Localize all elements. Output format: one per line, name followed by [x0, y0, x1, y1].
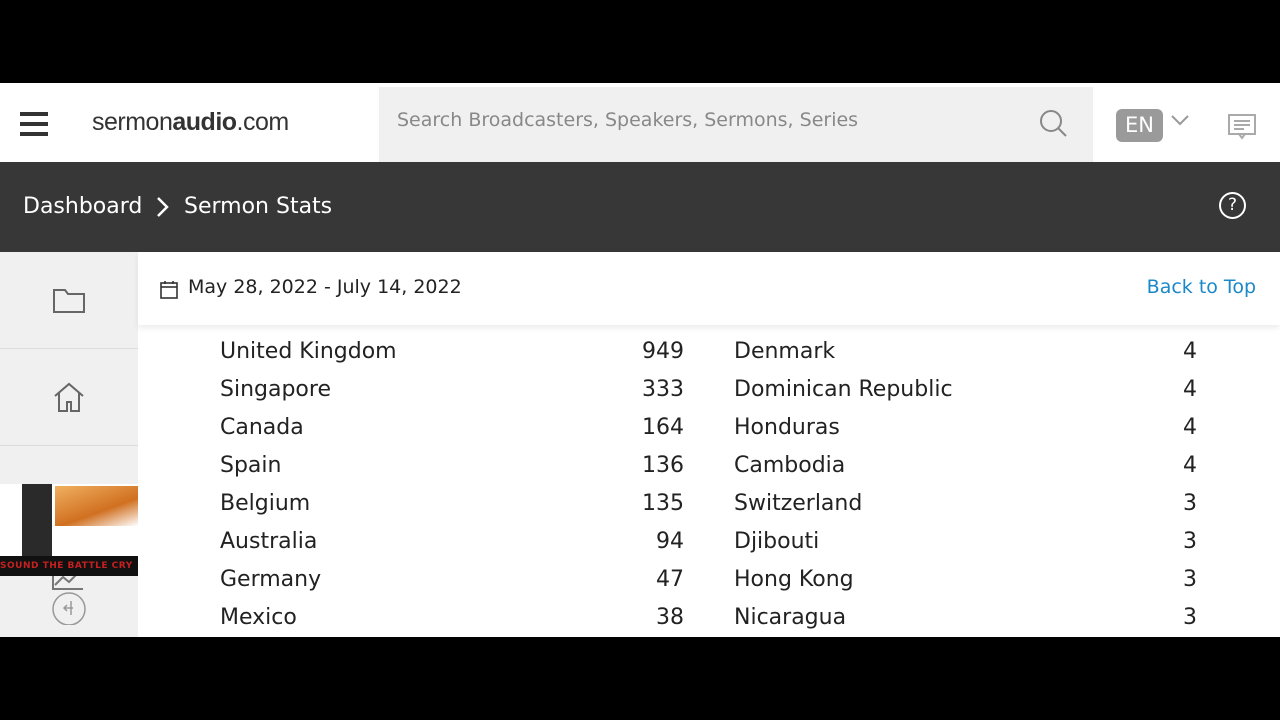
country-count: 164: [642, 415, 684, 440]
country-row: Switzerland 3: [734, 491, 1197, 529]
country-count: 47: [656, 567, 684, 592]
country-row: Hong Kong 3: [734, 567, 1197, 605]
country-row: Djibouti 3: [734, 529, 1197, 567]
country-count: 3: [1183, 605, 1197, 630]
sidebar-item-home[interactable]: [0, 349, 138, 446]
country-row: Spain 136: [220, 453, 684, 491]
breadcrumb: Dashboard Sermon Stats ?: [0, 162, 1280, 252]
country-name: Nicaragua: [734, 605, 847, 630]
country-count: 4: [1183, 339, 1197, 364]
country-count: 3: [1183, 529, 1197, 554]
logo-text-tail: .com: [236, 108, 290, 136]
country-count: 4: [1183, 377, 1197, 402]
folder-icon: [53, 289, 85, 313]
country-count: 3: [1183, 491, 1197, 516]
country-name: Hong Kong: [734, 567, 854, 592]
country-row: Nicaragua 3: [734, 605, 1197, 637]
video-overlay-thumbnail: SOUND THE BATTLE CRY: [0, 484, 138, 576]
country-count: 38: [656, 605, 684, 630]
app: sermonaudio.com EN Dashboard Sermon Stat…: [0, 83, 1280, 637]
country-row: Germany 47: [220, 567, 684, 605]
country-row: Honduras 4: [734, 415, 1197, 453]
country-name: Dominican Republic: [734, 377, 953, 402]
country-name: United Kingdom: [220, 339, 397, 364]
calendar-icon[interactable]: [160, 280, 178, 299]
country-name: Honduras: [734, 415, 840, 440]
country-count: 135: [642, 491, 684, 516]
country-row: Denmark 4: [734, 339, 1197, 377]
country-list-left: United Kingdom 949 Singapore 333 Canada 164 Sp…: [220, 339, 684, 637]
search-input[interactable]: [397, 109, 1017, 131]
country-row: Canada 164: [220, 415, 684, 453]
logo-text: sermon: [92, 108, 173, 136]
country-row: Mexico 38: [220, 605, 684, 637]
search-icon[interactable]: [1039, 109, 1069, 139]
breadcrumb-sermon-stats: Sermon Stats: [184, 194, 333, 219]
country-name: Canada: [220, 415, 304, 440]
country-name: Spain: [220, 453, 282, 478]
country-name: Belgium: [220, 491, 311, 516]
country-list-right: Denmark 4 Dominican Republic 4 Honduras 4 Camb…: [734, 339, 1197, 637]
country-count: 4: [1183, 415, 1197, 440]
country-name: Australia: [220, 529, 318, 554]
logo-text-bold: audio: [172, 108, 237, 136]
menu-icon[interactable]: [20, 112, 48, 136]
breadcrumb-dashboard[interactable]: Dashboard: [23, 194, 142, 219]
country-row: Singapore 333: [220, 377, 684, 415]
country-row: Dominican Republic 4: [734, 377, 1197, 415]
sidebar: [0, 252, 138, 637]
banner-text: SOUND THE BATTLE CRY: [0, 556, 138, 576]
country-name: Mexico: [220, 605, 297, 630]
country-count: 94: [656, 529, 684, 554]
bible-image: [22, 484, 52, 556]
country-name: Switzerland: [734, 491, 863, 516]
country-name: Germany: [220, 567, 322, 592]
main-content: United Kingdom 949 Singapore 333 Canada 164 Sp…: [138, 252, 1280, 637]
date-bar: May 28, 2022 - July 14, 2022 Back to Top: [138, 252, 1280, 325]
message-icon[interactable]: [1228, 114, 1256, 140]
flaming-arrows-image: [55, 486, 138, 526]
back-to-top-link[interactable]: Back to Top: [1147, 276, 1256, 298]
help-icon[interactable]: ?: [1219, 192, 1246, 219]
country-name: Denmark: [734, 339, 836, 364]
country-name: Singapore: [220, 377, 331, 402]
country-row: Belgium 135: [220, 491, 684, 529]
logo[interactable]: sermonaudio.com: [92, 108, 289, 137]
chevron-right-icon: [157, 197, 169, 217]
country-count: 333: [642, 377, 684, 402]
country-name: Djibouti: [734, 529, 820, 554]
sidebar-item-folder[interactable]: [0, 252, 138, 349]
chevron-down-icon[interactable]: [1170, 113, 1190, 127]
country-count: 949: [642, 339, 684, 364]
country-row: United Kingdom 949: [220, 339, 684, 377]
search-box: [379, 87, 1093, 162]
top-bar: sermonaudio.com EN: [0, 83, 1280, 162]
date-range[interactable]: May 28, 2022 - July 14, 2022: [188, 276, 462, 298]
language-selector[interactable]: EN: [1116, 109, 1163, 142]
country-count: 136: [642, 453, 684, 478]
country-count: 3: [1183, 567, 1197, 592]
country-row: Australia 94: [220, 529, 684, 567]
country-row: Cambodia 4: [734, 453, 1197, 491]
country-name: Cambodia: [734, 453, 846, 478]
country-count: 4: [1183, 453, 1197, 478]
home-icon: [54, 382, 84, 412]
